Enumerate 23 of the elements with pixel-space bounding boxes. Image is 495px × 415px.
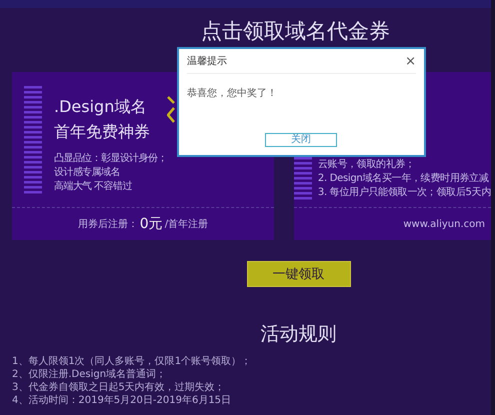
rule-item: 3、代金券自领取之日起5天内有效，过期失效； <box>12 381 226 394</box>
coupon-term: 3. 每位用户只能领取一次；领取后5天内 <box>318 186 491 200</box>
close-button[interactable]: × <box>405 54 416 68</box>
price-unit: /首年注册 <box>164 218 208 231</box>
rule-item: 1、每人限领1次（同人多账号，仅限1个账号领取）； <box>12 355 252 368</box>
price-value: 0元 <box>140 215 163 233</box>
rules-title: 活动规则 <box>260 322 338 347</box>
coupon-term: 云账号，领取的礼券； <box>318 158 416 172</box>
claim-button[interactable]: 一键领取 <box>246 261 350 287</box>
coupon-feature: 设计感专属域名 <box>54 166 121 180</box>
page-title: 点击领取域名代金券 <box>200 18 391 45</box>
rule-item: 2、仅限注册.Design域名普通词； <box>12 368 168 381</box>
close-dialog-button[interactable]: 关闭 <box>265 133 337 147</box>
coupon-feature: 凸显品位：彰显设计身份； <box>54 152 167 166</box>
coupon-term: 2. Design域名买一年，续费时用券立减 <box>318 172 490 186</box>
coupon-feature: 高端大气 不容错过 <box>54 180 133 194</box>
price-label: 用券后注册： <box>78 218 138 231</box>
coupon-subheading: 首年免费神券 <box>54 121 151 143</box>
dialog-message: 恭喜您，您中奖了！ <box>187 86 278 100</box>
site-url: www.aliyun.com <box>403 218 485 230</box>
coupon-heading: .Design域名 <box>54 96 148 118</box>
rule-item: 4、活动时间：2019年5月20日-2019年6月15日 <box>12 394 232 407</box>
dialog-title: 温馨提示 <box>187 54 227 68</box>
